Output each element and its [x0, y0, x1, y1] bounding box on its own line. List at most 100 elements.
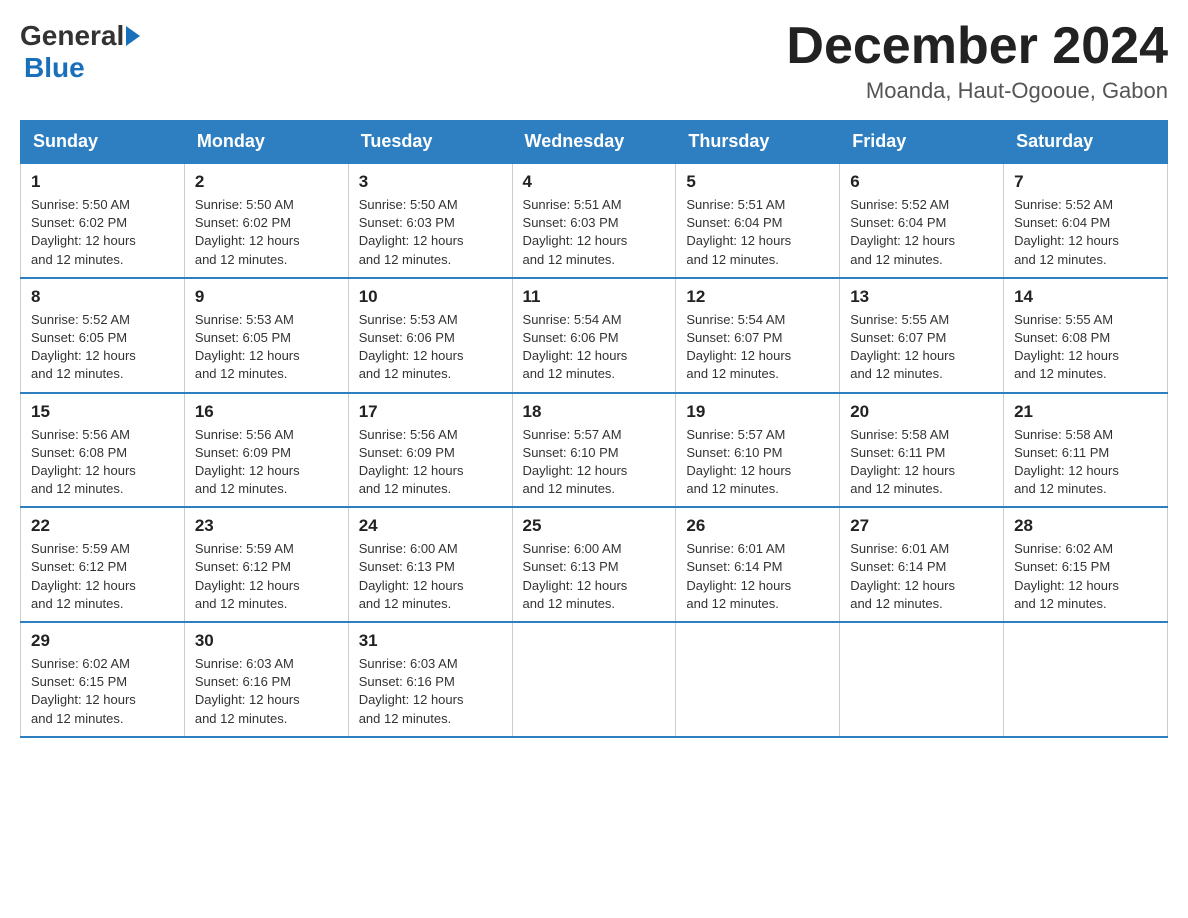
calendar-cell: 15 Sunrise: 5:56 AMSunset: 6:08 PMDayligh…	[21, 393, 185, 508]
month-title: December 2024	[786, 20, 1168, 72]
day-info: Sunrise: 6:00 AMSunset: 6:13 PMDaylight:…	[359, 540, 502, 613]
day-info: Sunrise: 5:56 AMSunset: 6:09 PMDaylight:…	[359, 426, 502, 499]
day-number: 15	[31, 402, 174, 422]
day-number: 17	[359, 402, 502, 422]
calendar-cell: 24 Sunrise: 6:00 AMSunset: 6:13 PMDayligh…	[348, 507, 512, 622]
day-info: Sunrise: 5:57 AMSunset: 6:10 PMDaylight:…	[523, 426, 666, 499]
week-row-5: 29 Sunrise: 6:02 AMSunset: 6:15 PMDayligh…	[21, 622, 1168, 737]
day-info: Sunrise: 6:01 AMSunset: 6:14 PMDaylight:…	[686, 540, 829, 613]
day-header-monday: Monday	[184, 121, 348, 164]
day-header-friday: Friday	[840, 121, 1004, 164]
day-info: Sunrise: 5:54 AMSunset: 6:07 PMDaylight:…	[686, 311, 829, 384]
day-info: Sunrise: 5:52 AMSunset: 6:04 PMDaylight:…	[1014, 196, 1157, 269]
calendar-cell: 11 Sunrise: 5:54 AMSunset: 6:06 PMDayligh…	[512, 278, 676, 393]
day-number: 8	[31, 287, 174, 307]
day-info: Sunrise: 5:55 AMSunset: 6:07 PMDaylight:…	[850, 311, 993, 384]
day-info: Sunrise: 5:52 AMSunset: 6:04 PMDaylight:…	[850, 196, 993, 269]
day-info: Sunrise: 5:59 AMSunset: 6:12 PMDaylight:…	[195, 540, 338, 613]
calendar-cell: 8 Sunrise: 5:52 AMSunset: 6:05 PMDaylight…	[21, 278, 185, 393]
logo-general: General	[20, 20, 124, 52]
calendar-cell	[1004, 622, 1168, 737]
day-info: Sunrise: 5:51 AMSunset: 6:04 PMDaylight:…	[686, 196, 829, 269]
calendar-cell: 21Sunrise: 5:58 AMSunset: 6:11 PMDayligh…	[1004, 393, 1168, 508]
day-info: Sunrise: 5:58 AMSunset: 6:11 PMDaylight:…	[1014, 426, 1157, 499]
calendar-cell: 28 Sunrise: 6:02 AMSunset: 6:15 PMDayligh…	[1004, 507, 1168, 622]
calendar-cell: 29 Sunrise: 6:02 AMSunset: 6:15 PMDayligh…	[21, 622, 185, 737]
calendar-cell: 2Sunrise: 5:50 AMSunset: 6:02 PMDaylight…	[184, 163, 348, 278]
day-number: 18	[523, 402, 666, 422]
calendar-cell	[840, 622, 1004, 737]
day-info: Sunrise: 6:00 AMSunset: 6:13 PMDaylight:…	[523, 540, 666, 613]
day-header-thursday: Thursday	[676, 121, 840, 164]
calendar-cell: 27 Sunrise: 6:01 AMSunset: 6:14 PMDayligh…	[840, 507, 1004, 622]
day-number: 29	[31, 631, 174, 651]
day-header-saturday: Saturday	[1004, 121, 1168, 164]
calendar-cell: 20 Sunrise: 5:58 AMSunset: 6:11 PMDayligh…	[840, 393, 1004, 508]
day-info: Sunrise: 6:01 AMSunset: 6:14 PMDaylight:…	[850, 540, 993, 613]
calendar-cell: 1 Sunrise: 5:50 AMSunset: 6:02 PMDaylight…	[21, 163, 185, 278]
day-number: 23	[195, 516, 338, 536]
logo-arrow-icon	[126, 26, 140, 46]
day-info: Sunrise: 5:59 AMSunset: 6:12 PMDaylight:…	[31, 540, 174, 613]
day-header-tuesday: Tuesday	[348, 121, 512, 164]
day-info: Sunrise: 5:56 AMSunset: 6:08 PMDaylight:…	[31, 426, 174, 499]
day-header-sunday: Sunday	[21, 121, 185, 164]
day-number: 27	[850, 516, 993, 536]
calendar-cell: 31 Sunrise: 6:03 AMSunset: 6:16 PMDayligh…	[348, 622, 512, 737]
day-info: Sunrise: 5:53 AMSunset: 6:06 PMDaylight:…	[359, 311, 502, 384]
day-info: Sunrise: 6:03 AMSunset: 6:16 PMDaylight:…	[195, 655, 338, 728]
week-row-1: 1 Sunrise: 5:50 AMSunset: 6:02 PMDaylight…	[21, 163, 1168, 278]
day-number: 20	[850, 402, 993, 422]
day-info: Sunrise: 5:58 AMSunset: 6:11 PMDaylight:…	[850, 426, 993, 499]
calendar-cell: 3Sunrise: 5:50 AMSunset: 6:03 PMDaylight…	[348, 163, 512, 278]
day-number: 19	[686, 402, 829, 422]
day-number: 9	[195, 287, 338, 307]
day-number: 31	[359, 631, 502, 651]
day-number: 10	[359, 287, 502, 307]
day-number: 22	[31, 516, 174, 536]
day-info: Sunrise: 6:03 AMSunset: 6:16 PMDaylight:…	[359, 655, 502, 728]
calendar-cell: 12 Sunrise: 5:54 AMSunset: 6:07 PMDayligh…	[676, 278, 840, 393]
calendar-cell: 18 Sunrise: 5:57 AMSunset: 6:10 PMDayligh…	[512, 393, 676, 508]
calendar-cell: 10 Sunrise: 5:53 AMSunset: 6:06 PMDayligh…	[348, 278, 512, 393]
day-info: Sunrise: 6:02 AMSunset: 6:15 PMDaylight:…	[1014, 540, 1157, 613]
day-number: 2	[195, 172, 338, 192]
day-number: 4	[523, 172, 666, 192]
day-number: 30	[195, 631, 338, 651]
day-number: 12	[686, 287, 829, 307]
day-info: Sunrise: 5:55 AMSunset: 6:08 PMDaylight:…	[1014, 311, 1157, 384]
logo: General Blue	[20, 20, 142, 84]
calendar-cell: 25 Sunrise: 6:00 AMSunset: 6:13 PMDayligh…	[512, 507, 676, 622]
calendar-cell	[676, 622, 840, 737]
day-number: 16	[195, 402, 338, 422]
day-info: Sunrise: 5:56 AMSunset: 6:09 PMDaylight:…	[195, 426, 338, 499]
day-number: 24	[359, 516, 502, 536]
calendar-cell: 13Sunrise: 5:55 AMSunset: 6:07 PMDayligh…	[840, 278, 1004, 393]
day-info: Sunrise: 5:57 AMSunset: 6:10 PMDaylight:…	[686, 426, 829, 499]
calendar-cell: 22 Sunrise: 5:59 AMSunset: 6:12 PMDayligh…	[21, 507, 185, 622]
day-number: 26	[686, 516, 829, 536]
week-row-4: 22 Sunrise: 5:59 AMSunset: 6:12 PMDayligh…	[21, 507, 1168, 622]
day-header-wednesday: Wednesday	[512, 121, 676, 164]
calendar-cell: 30 Sunrise: 6:03 AMSunset: 6:16 PMDayligh…	[184, 622, 348, 737]
location: Moanda, Haut-Ogooue, Gabon	[786, 78, 1168, 104]
day-info: Sunrise: 5:51 AMSunset: 6:03 PMDaylight:…	[523, 196, 666, 269]
day-number: 1	[31, 172, 174, 192]
day-info: Sunrise: 5:54 AMSunset: 6:06 PMDaylight:…	[523, 311, 666, 384]
logo-text: General	[20, 20, 142, 52]
week-row-2: 8 Sunrise: 5:52 AMSunset: 6:05 PMDaylight…	[21, 278, 1168, 393]
day-number: 6	[850, 172, 993, 192]
day-number: 11	[523, 287, 666, 307]
calendar-cell: 14Sunrise: 5:55 AMSunset: 6:08 PMDayligh…	[1004, 278, 1168, 393]
day-info: Sunrise: 5:52 AMSunset: 6:05 PMDaylight:…	[31, 311, 174, 384]
day-number: 25	[523, 516, 666, 536]
calendar-cell: 7Sunrise: 5:52 AMSunset: 6:04 PMDaylight…	[1004, 163, 1168, 278]
calendar-cell: 5Sunrise: 5:51 AMSunset: 6:04 PMDaylight…	[676, 163, 840, 278]
day-number: 28	[1014, 516, 1157, 536]
calendar-cell: 19 Sunrise: 5:57 AMSunset: 6:10 PMDayligh…	[676, 393, 840, 508]
calendar-cell: 6 Sunrise: 5:52 AMSunset: 6:04 PMDaylight…	[840, 163, 1004, 278]
day-info: Sunrise: 5:50 AMSunset: 6:02 PMDaylight:…	[31, 196, 174, 269]
title-section: December 2024 Moanda, Haut-Ogooue, Gabon	[786, 20, 1168, 104]
day-info: Sunrise: 6:02 AMSunset: 6:15 PMDaylight:…	[31, 655, 174, 728]
calendar-cell: 9Sunrise: 5:53 AMSunset: 6:05 PMDaylight…	[184, 278, 348, 393]
